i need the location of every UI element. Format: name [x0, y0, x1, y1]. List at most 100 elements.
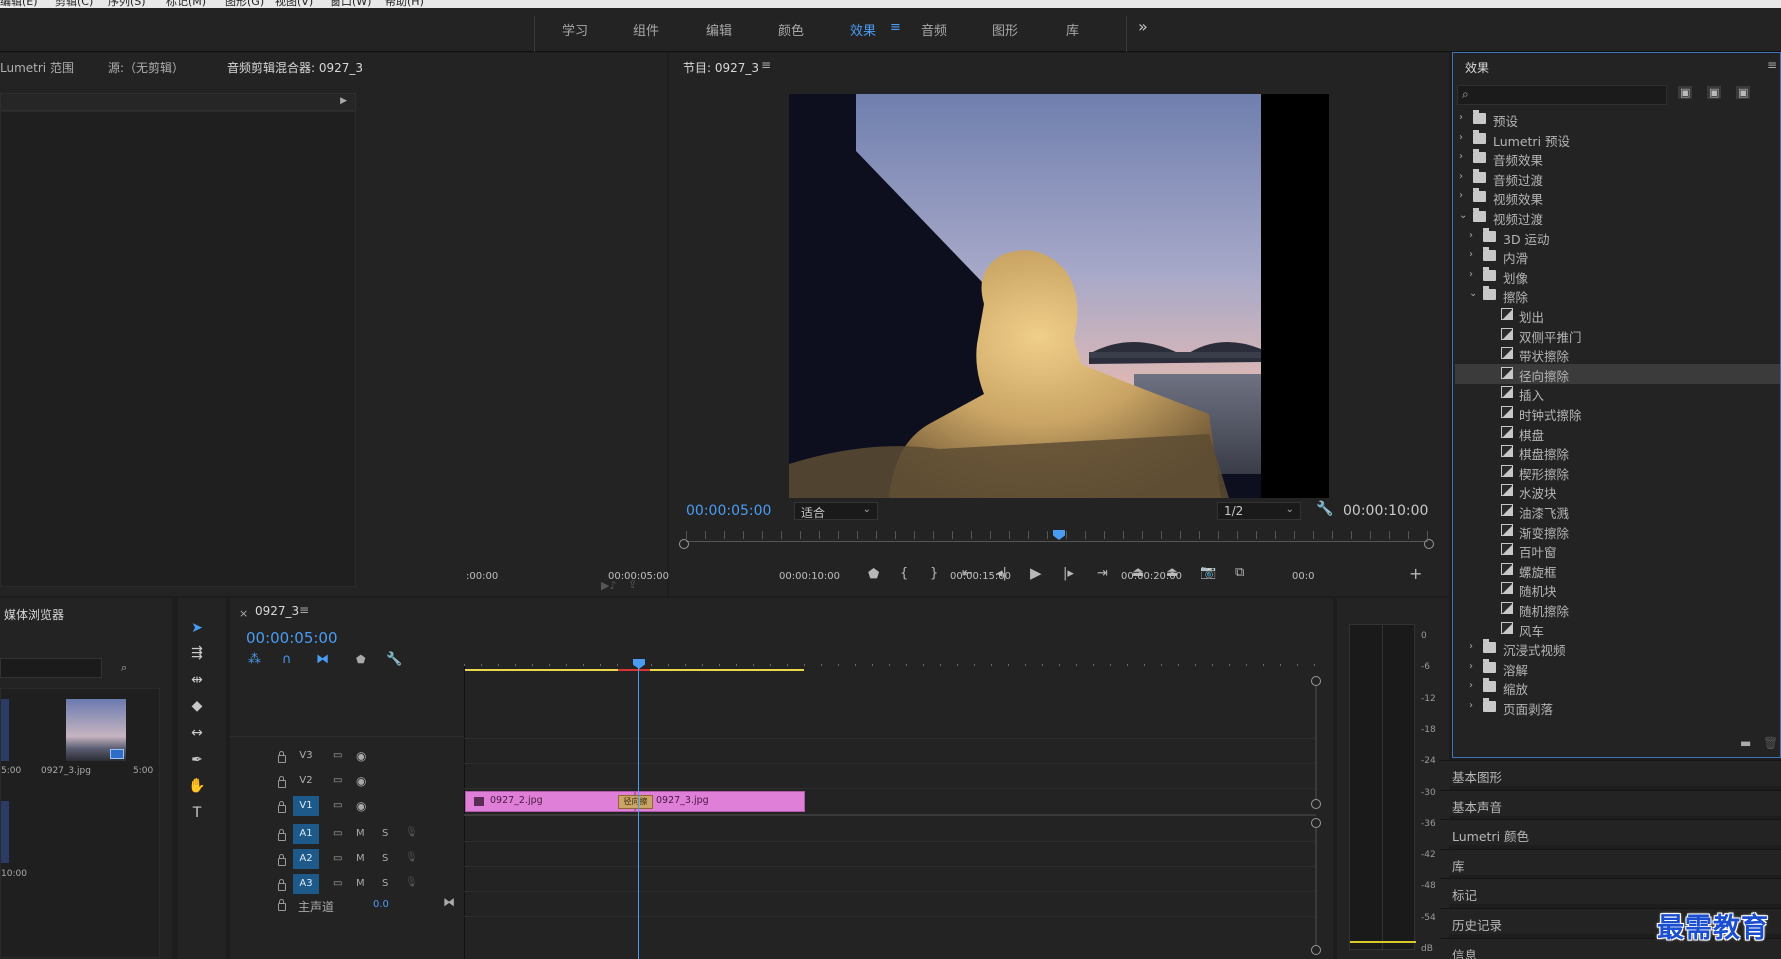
fit-dropdown[interactable]: 适合 ⌄: [794, 502, 878, 520]
effects-transition-item[interactable]: 百叶窗: [1455, 540, 1780, 560]
menu-item-2[interactable]: 序列(S): [108, 0, 146, 8]
effects-folder-item[interactable]: › 划像: [1455, 266, 1780, 286]
chevron-right-icon[interactable]: ›: [1469, 249, 1473, 260]
play-arrow-icon[interactable]: ▶: [340, 96, 347, 106]
32bit-effects-icon[interactable]: ▣: [1707, 86, 1722, 99]
program-menu-icon[interactable]: ≡: [761, 58, 771, 72]
timeline-menu-icon[interactable]: ≡: [299, 603, 309, 617]
menu-item-7[interactable]: 帮助(H): [385, 0, 424, 8]
workspace-tab-3[interactable]: 颜色: [778, 20, 804, 39]
effects-transition-item[interactable]: 划出: [1455, 305, 1780, 325]
time-ruler[interactable]: [464, 664, 1316, 666]
effects-folder-item[interactable]: › 页面剥落: [1455, 697, 1780, 717]
audio-zoom-handle-bottom[interactable]: [1311, 945, 1321, 955]
tab-source[interactable]: 源:（无剪辑）: [108, 59, 184, 76]
track-lock-icon[interactable]: [278, 829, 286, 841]
mute-track-button[interactable]: M: [356, 853, 365, 864]
menu-item-0[interactable]: 编辑(E): [0, 0, 38, 8]
master-volume-value[interactable]: 0.0: [373, 899, 389, 910]
nest-sequence-icon[interactable]: ⁂: [248, 652, 261, 667]
resolution-dropdown[interactable]: 1/2 ⌄: [1217, 502, 1301, 520]
toggle-output-eye-icon[interactable]: ◉: [356, 749, 366, 763]
track-lock-icon[interactable]: [278, 776, 286, 788]
media-thumb-3[interactable]: [1, 801, 9, 863]
panel-tab-4[interactable]: 标记: [1440, 878, 1781, 905]
chevron-right-icon[interactable]: ›: [1469, 661, 1473, 672]
pen-tool-icon[interactable]: ✒: [186, 749, 208, 771]
chevron-right-icon[interactable]: ›: [1459, 112, 1463, 123]
track-target-0[interactable]: V3: [293, 746, 319, 766]
type-tool-icon[interactable]: T: [186, 802, 208, 824]
timeline-sequence-tab[interactable]: 0927_3: [255, 604, 299, 618]
tab-lumetri-scopes[interactable]: Lumetri 范围: [0, 59, 74, 76]
effects-folder-item[interactable]: › 溶解: [1455, 658, 1780, 678]
audio-zoom-handle-top[interactable]: [1311, 818, 1321, 828]
panel-tab-0[interactable]: 基本图形: [1440, 760, 1781, 786]
workspace-tab-2[interactable]: 编辑: [706, 20, 732, 39]
track-target-5[interactable]: A3: [293, 874, 319, 894]
effects-folder-item[interactable]: › 3D 运动: [1455, 227, 1780, 247]
sync-lock-icon[interactable]: ▭: [333, 775, 342, 786]
effects-folder-item[interactable]: › 缩放: [1455, 677, 1780, 697]
workspace-tab-0[interactable]: 学习: [562, 20, 588, 39]
master-expand-icon[interactable]: ⧓: [443, 895, 455, 909]
track-target-4[interactable]: A2: [293, 849, 319, 869]
play-icon[interactable]: ▶: [1030, 564, 1042, 582]
clip-0927-3[interactable]: 0927_3.jpg: [635, 791, 805, 812]
ripple-edit-tool-icon[interactable]: ⇹: [186, 669, 208, 691]
chevron-right-icon[interactable]: ›: [1459, 132, 1463, 143]
effects-folder-item[interactable]: › 音频过渡: [1455, 168, 1780, 188]
in-point-handle[interactable]: [679, 539, 689, 549]
solo-track-button[interactable]: S: [382, 878, 388, 889]
voice-over-record-icon[interactable]: 🎙: [405, 877, 418, 888]
effects-folder-item[interactable]: › 沉浸式视频: [1455, 638, 1780, 658]
timeline-current-time[interactable]: 00:00:05:00: [246, 629, 338, 647]
transition-radial-wipe[interactable]: 径向擦: [618, 795, 653, 809]
snap-icon[interactable]: ∩: [282, 652, 292, 667]
workspace-tab-6[interactable]: 图形: [992, 20, 1018, 39]
effects-transition-item[interactable]: 风车: [1455, 619, 1780, 639]
track-target-2[interactable]: V1: [293, 796, 319, 816]
effects-folder-item[interactable]: › Lumetri 预设: [1455, 129, 1780, 149]
more-workspaces-icon[interactable]: »: [1138, 17, 1148, 36]
comparison-view-icon[interactable]: ⧉: [1235, 565, 1244, 580]
solo-track-button[interactable]: S: [382, 828, 388, 839]
vertical-zoom-handle-mid[interactable]: [1311, 799, 1321, 809]
hand-tool-icon[interactable]: ✋: [186, 775, 208, 797]
track-lock-icon[interactable]: [278, 879, 286, 891]
voice-over-record-icon[interactable]: 🎙: [405, 852, 418, 863]
linked-selection-icon[interactable]: ⧓: [316, 652, 329, 667]
workspace-tab-5[interactable]: 音频: [921, 20, 947, 39]
solo-track-button[interactable]: S: [382, 853, 388, 864]
tab-audio-clip-mixer[interactable]: 音频剪辑混合器: 0927_3: [227, 59, 363, 76]
chevron-right-icon[interactable]: ›: [1459, 190, 1463, 201]
effects-transition-item[interactable]: 随机块: [1455, 579, 1780, 599]
chevron-down-icon[interactable]: ⌄: [1469, 288, 1477, 299]
effects-folder-item[interactable]: › 预设: [1455, 109, 1780, 129]
effects-folder-item[interactable]: › 视频效果: [1455, 187, 1780, 207]
menu-item-3[interactable]: 标记(M): [166, 0, 206, 8]
yuv-effects-icon[interactable]: ▣: [1736, 86, 1751, 99]
delete-icon[interactable]: 🗑: [1763, 736, 1778, 750]
chevron-right-icon[interactable]: ›: [1459, 171, 1463, 182]
media-thumb-1[interactable]: [1, 699, 9, 761]
toggle-output-eye-icon[interactable]: ◉: [356, 774, 366, 788]
menu-item-1[interactable]: 剪辑(C): [55, 0, 93, 8]
effects-transition-item[interactable]: 时钟式擦除: [1455, 403, 1780, 423]
workspace-tab-1[interactable]: 组件: [633, 20, 659, 39]
effects-transition-item[interactable]: 楔形擦除: [1455, 462, 1780, 482]
track-lock-icon[interactable]: [278, 751, 286, 763]
clip-0927-2[interactable]: 0927_2.jpg: [465, 791, 635, 812]
export-frame-icon[interactable]: 📷: [1200, 565, 1216, 580]
track-select-tool-icon[interactable]: ⇶: [186, 642, 208, 664]
effects-transition-item[interactable]: 渐变擦除: [1455, 521, 1780, 541]
effects-transition-item[interactable]: 随机擦除: [1455, 599, 1780, 619]
mark-in-icon[interactable]: {: [900, 566, 908, 581]
effects-transition-item[interactable]: 带状擦除: [1455, 344, 1780, 364]
sync-lock-icon[interactable]: ▭: [333, 853, 342, 864]
step-forward-icon[interactable]: |▸: [1063, 566, 1074, 581]
sync-lock-icon[interactable]: ▭: [333, 828, 342, 839]
chevron-down-icon[interactable]: ⌄: [1459, 210, 1467, 221]
menu-item-6[interactable]: 窗口(W): [330, 0, 371, 8]
panel-tab-3[interactable]: 库: [1440, 848, 1781, 875]
